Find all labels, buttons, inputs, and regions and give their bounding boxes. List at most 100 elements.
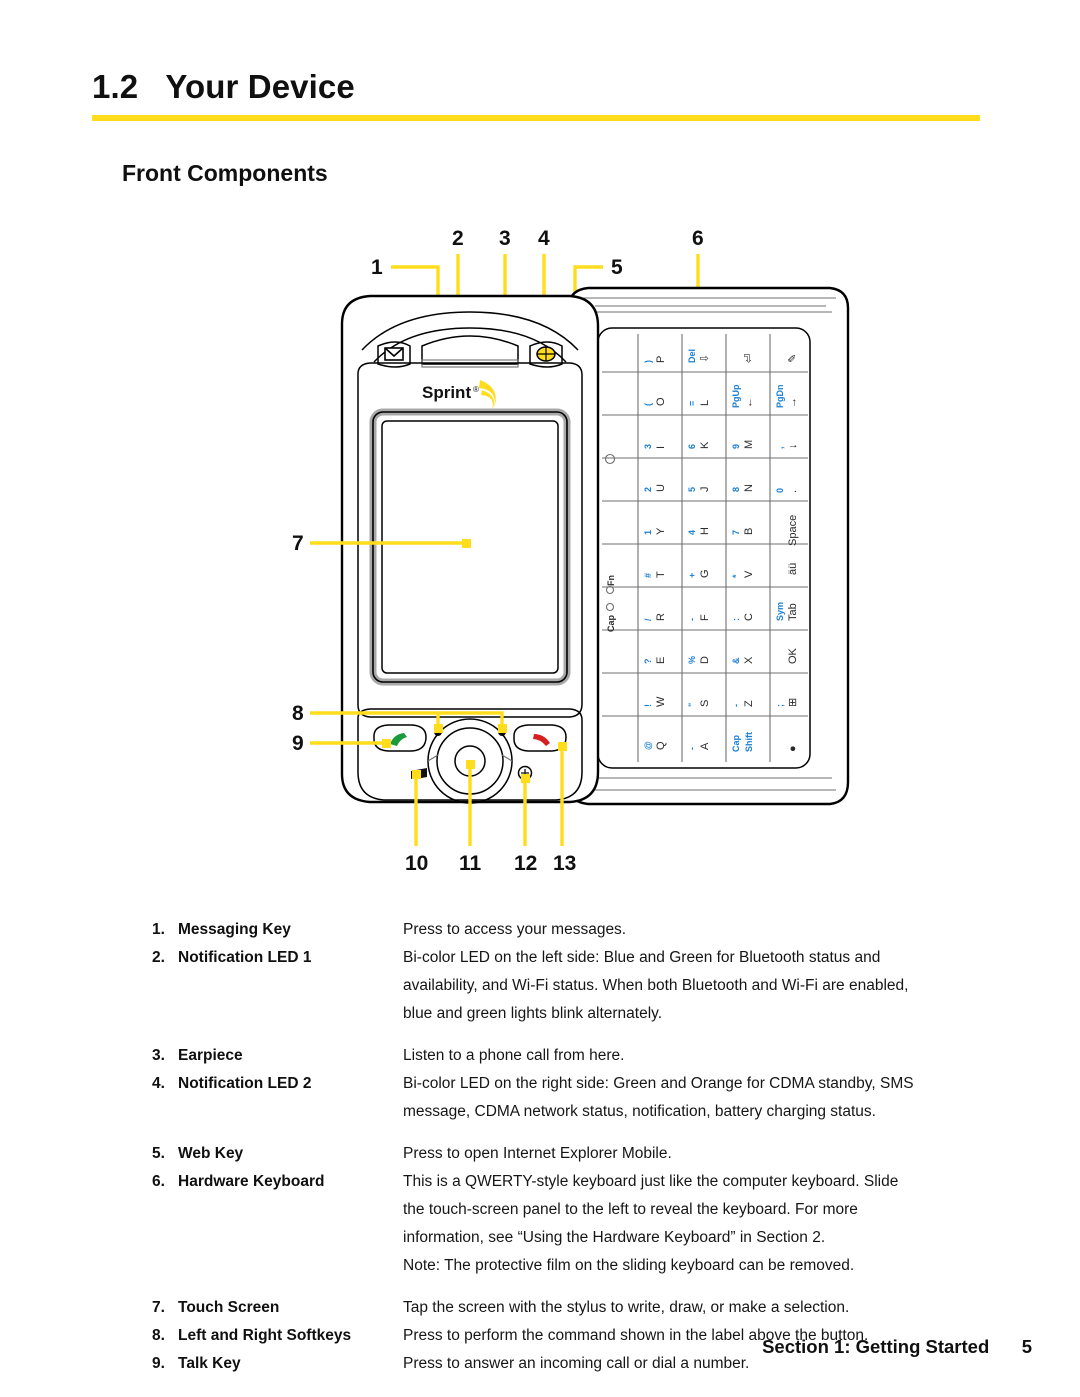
svg-text:Cap: Cap xyxy=(731,734,741,752)
page-footer: Section 1: Getting Started 5 xyxy=(0,1336,1080,1358)
list-item-label: Notification LED 2 xyxy=(178,1075,312,1092)
svg-text:Fn: Fn xyxy=(606,575,616,586)
svg-text:3: 3 xyxy=(643,444,653,449)
section-heading: Front Components xyxy=(122,160,328,186)
svg-text:!: ! xyxy=(643,704,653,707)
svg-text:5: 5 xyxy=(687,487,697,492)
list-item-number: 6. xyxy=(152,1173,165,1190)
svg-text:J: J xyxy=(699,487,711,493)
svg-text:-: - xyxy=(687,747,697,750)
svg-text:8: 8 xyxy=(731,487,741,492)
callout-number-6: 6 xyxy=(692,227,704,250)
svg-text:1: 1 xyxy=(643,530,653,535)
svg-text:PgDn: PgDn xyxy=(775,385,785,409)
svg-text:;: ; xyxy=(775,704,785,707)
svg-text:←: ← xyxy=(743,397,755,408)
svg-text:✎: ✎ xyxy=(787,354,799,363)
svg-text:→: → xyxy=(787,397,799,408)
title-rule-divider xyxy=(92,115,980,121)
callout-number-2: 2 xyxy=(452,227,464,250)
page-title: 1.2 Your Device xyxy=(92,68,355,105)
device-keyboard-slab xyxy=(568,286,850,806)
svg-text:Q: Q xyxy=(655,741,667,750)
svg-text:): ) xyxy=(643,360,653,363)
list-item-label: Messaging Key xyxy=(178,921,291,938)
globe-icon xyxy=(536,346,556,362)
svg-text:9: 9 xyxy=(731,444,741,449)
list-item-label: Touch Screen xyxy=(178,1299,280,1316)
svg-text:Z: Z xyxy=(743,700,755,707)
list-item-label: Web Key xyxy=(178,1145,244,1162)
svg-text:⊞: ⊞ xyxy=(787,698,799,707)
svg-text:G: G xyxy=(699,569,711,578)
svg-text:N: N xyxy=(743,484,755,492)
svg-text::: : xyxy=(731,618,741,621)
list-item: 7. Touch Screen Tap the screen with the … xyxy=(152,1294,964,1322)
callout-number-10: 10 xyxy=(405,852,428,875)
svg-text:?: ? xyxy=(643,659,653,665)
callout-number-7: 7 xyxy=(292,532,304,555)
list-item-number: 7. xyxy=(152,1299,165,1316)
list-item-number: 1. xyxy=(152,921,165,938)
svg-text:B: B xyxy=(743,528,755,535)
component-list: 1. Messaging Key Press to access your me… xyxy=(152,916,964,1378)
callout-number-8: 8 xyxy=(292,702,304,725)
svg-text:=: = xyxy=(687,401,697,406)
callout-number-9: 9 xyxy=(292,732,304,755)
svg-text:⇩: ⇩ xyxy=(699,354,711,363)
svg-text:OK: OK xyxy=(787,647,799,664)
svg-text:P: P xyxy=(655,356,667,363)
svg-text:PgUp: PgUp xyxy=(731,384,741,408)
svg-text:": " xyxy=(687,703,697,707)
svg-text:⏎: ⏎ xyxy=(743,354,755,363)
svg-text:(: ( xyxy=(643,403,653,406)
list-item-number: 3. xyxy=(152,1047,165,1064)
svg-text:2: 2 xyxy=(643,487,653,492)
svg-text:+: + xyxy=(687,573,697,578)
list-item: 3. Earpiece Listen to a phone call from … xyxy=(152,1042,964,1070)
footer-page-number: 5 xyxy=(1021,1336,1032,1357)
svg-text:W: W xyxy=(655,696,667,707)
callout-number-5: 5 xyxy=(611,256,623,279)
svg-text:A: A xyxy=(699,742,711,750)
device-front-body: Sprint ® xyxy=(340,294,600,804)
svg-text:®: ® xyxy=(473,385,479,394)
svg-text:-: - xyxy=(731,704,741,707)
svg-text:#: # xyxy=(643,573,653,578)
list-item-description: Press to open Internet Explorer Mobile. xyxy=(403,1145,672,1162)
svg-text:E: E xyxy=(655,657,667,664)
list-item-description: Bi-color LED on the right side: Green an… xyxy=(403,1075,914,1120)
svg-text:X: X xyxy=(743,656,755,664)
svg-text:T: T xyxy=(655,571,667,578)
callout-number-4: 4 xyxy=(538,227,550,250)
svg-text:F: F xyxy=(699,614,711,621)
svg-text:●: ● xyxy=(787,745,799,752)
svg-text:,: , xyxy=(775,446,785,449)
svg-text:0: 0 xyxy=(775,488,785,493)
list-item-label: Earpiece xyxy=(178,1047,243,1064)
svg-text:D: D xyxy=(699,656,711,664)
svg-text:6: 6 xyxy=(687,444,697,449)
callout-number-1: 1 xyxy=(371,256,383,279)
list-item: 1. Messaging Key Press to access your me… xyxy=(152,916,964,944)
callout-number-3: 3 xyxy=(499,227,511,250)
svg-text:R: R xyxy=(655,613,667,621)
callout-number-13: 13 xyxy=(553,852,576,875)
svg-text:.: . xyxy=(787,490,799,493)
list-item-label: Notification LED 1 xyxy=(178,949,312,966)
svg-text:Sprint: Sprint xyxy=(422,383,471,402)
svg-text:S: S xyxy=(699,700,711,707)
svg-text:C: C xyxy=(743,613,755,621)
list-item-description: Press to access your messages. xyxy=(403,921,627,938)
svg-text:äü: äü xyxy=(787,563,799,575)
list-item-description: This is a QWERTY-style keyboard just lik… xyxy=(403,1173,899,1274)
list-item: 4. Notification LED 2 Bi-color LED on th… xyxy=(152,1070,964,1126)
list-item-number: 2. xyxy=(152,949,165,966)
list-item: 2. Notification LED 1 Bi-color LED on th… xyxy=(152,944,964,1028)
callout-number-12: 12 xyxy=(514,852,537,875)
svg-text:Del: Del xyxy=(687,349,697,363)
svg-text:I: I xyxy=(655,446,667,449)
svg-text:V: V xyxy=(743,570,755,578)
list-item: 6. Hardware Keyboard This is a QWERTY-st… xyxy=(152,1168,964,1280)
svg-text:7: 7 xyxy=(731,530,741,535)
